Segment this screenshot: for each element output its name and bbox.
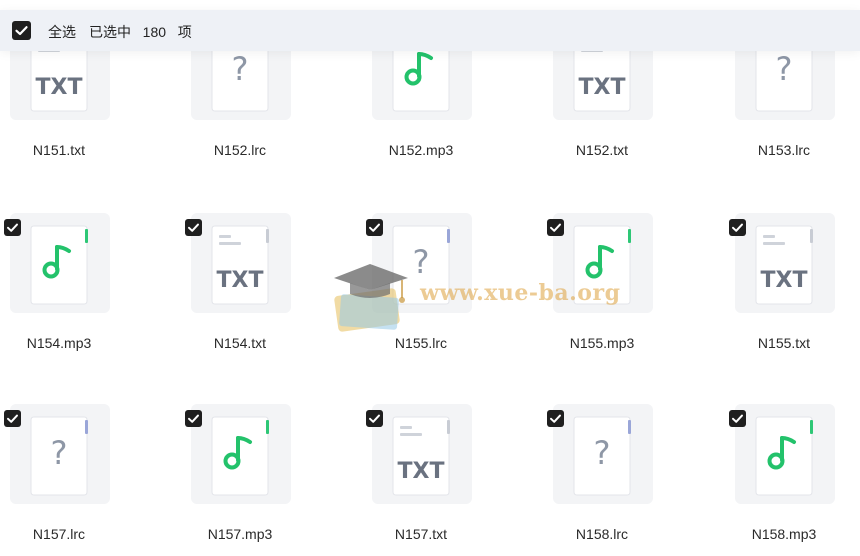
file-name: N158.mp3 [751,526,817,542]
file-item[interactable]: TXT N155.txt [725,213,855,363]
select-all-checkbox[interactable] [12,21,31,40]
checkmark-icon [188,414,199,423]
checkmark-icon [369,414,380,423]
svg-text:TXT: TXT [36,75,83,100]
file-item[interactable]: N155.mp3 [543,213,673,363]
file-name: N153.lrc [757,142,811,158]
checkmark-icon [7,223,18,232]
svg-text:TXT: TXT [398,459,445,484]
file-item[interactable]: TXT N154.txt [181,213,311,363]
file-grid-page: 全选 已选中 180 项 TXT N151.txt? N152.lrc N152.mp… [0,0,860,556]
txt-file-icon: TXT [755,225,813,305]
svg-text:?: ? [232,50,249,88]
svg-text:TXT: TXT [579,75,626,100]
file-item[interactable]: N154.mp3 [0,213,130,363]
file-name: N151.txt [32,142,86,158]
file-name: N157.mp3 [207,526,273,542]
file-name: N152.txt [575,142,629,158]
file-name: N158.lrc [575,526,629,542]
svg-text:?: ? [413,243,430,281]
svg-text:TXT: TXT [217,268,264,293]
checkmark-icon [550,414,561,423]
checkmark-icon [15,26,28,36]
file-item[interactable]: ? N155.lrc [362,213,492,363]
file-name: N154.mp3 [26,335,92,351]
item-checkbox[interactable] [547,410,564,427]
mp3-file-icon [573,225,631,305]
select-all-label[interactable]: 全选 [48,22,76,42]
lrc-file-icon: ? [30,416,88,496]
item-checkbox[interactable] [4,410,21,427]
selected-count: 180 [142,24,167,40]
file-item[interactable]: N158.mp3 [725,404,855,554]
item-checkbox[interactable] [729,410,746,427]
selected-count-text: 已选中 180 项 [89,22,192,42]
checkmark-icon [732,223,743,232]
file-name: N154.txt [213,335,267,351]
checkmark-icon [732,414,743,423]
item-checkbox[interactable] [366,410,383,427]
file-name: N152.lrc [213,142,267,158]
checkmark-icon [7,414,18,423]
file-name: N155.txt [757,335,811,351]
file-item[interactable]: ? N158.lrc [543,404,673,554]
item-checkbox[interactable] [185,219,202,236]
txt-file-icon: TXT [211,225,269,305]
selection-toolbar: 全选 已选中 180 项 [0,10,860,51]
file-name: N157.txt [394,526,448,542]
lrc-file-icon: ? [573,416,631,496]
item-checkbox[interactable] [185,410,202,427]
selected-suffix: 项 [177,24,192,40]
file-name: N155.mp3 [569,335,635,351]
mp3-file-icon [30,225,88,305]
svg-text:?: ? [594,434,611,472]
file-item[interactable]: ? N157.lrc [0,404,130,554]
mp3-file-icon [211,416,269,496]
svg-text:?: ? [776,50,793,88]
mp3-file-icon [755,416,813,496]
item-checkbox[interactable] [729,219,746,236]
svg-text:?: ? [51,434,68,472]
item-checkbox[interactable] [4,219,21,236]
file-item[interactable]: N157.mp3 [181,404,311,554]
lrc-file-icon: ? [392,225,450,305]
checkmark-icon [369,223,380,232]
item-checkbox[interactable] [366,219,383,236]
checkmark-icon [188,223,199,232]
item-checkbox[interactable] [547,219,564,236]
svg-text:TXT: TXT [761,268,808,293]
txt-file-icon: TXT [392,416,450,496]
file-item[interactable]: TXT N157.txt [362,404,492,554]
file-name: N155.lrc [394,335,448,351]
selected-prefix: 已选中 [89,24,131,40]
checkmark-icon [550,223,561,232]
file-name: N157.lrc [32,526,86,542]
file-name: N152.mp3 [388,142,454,158]
